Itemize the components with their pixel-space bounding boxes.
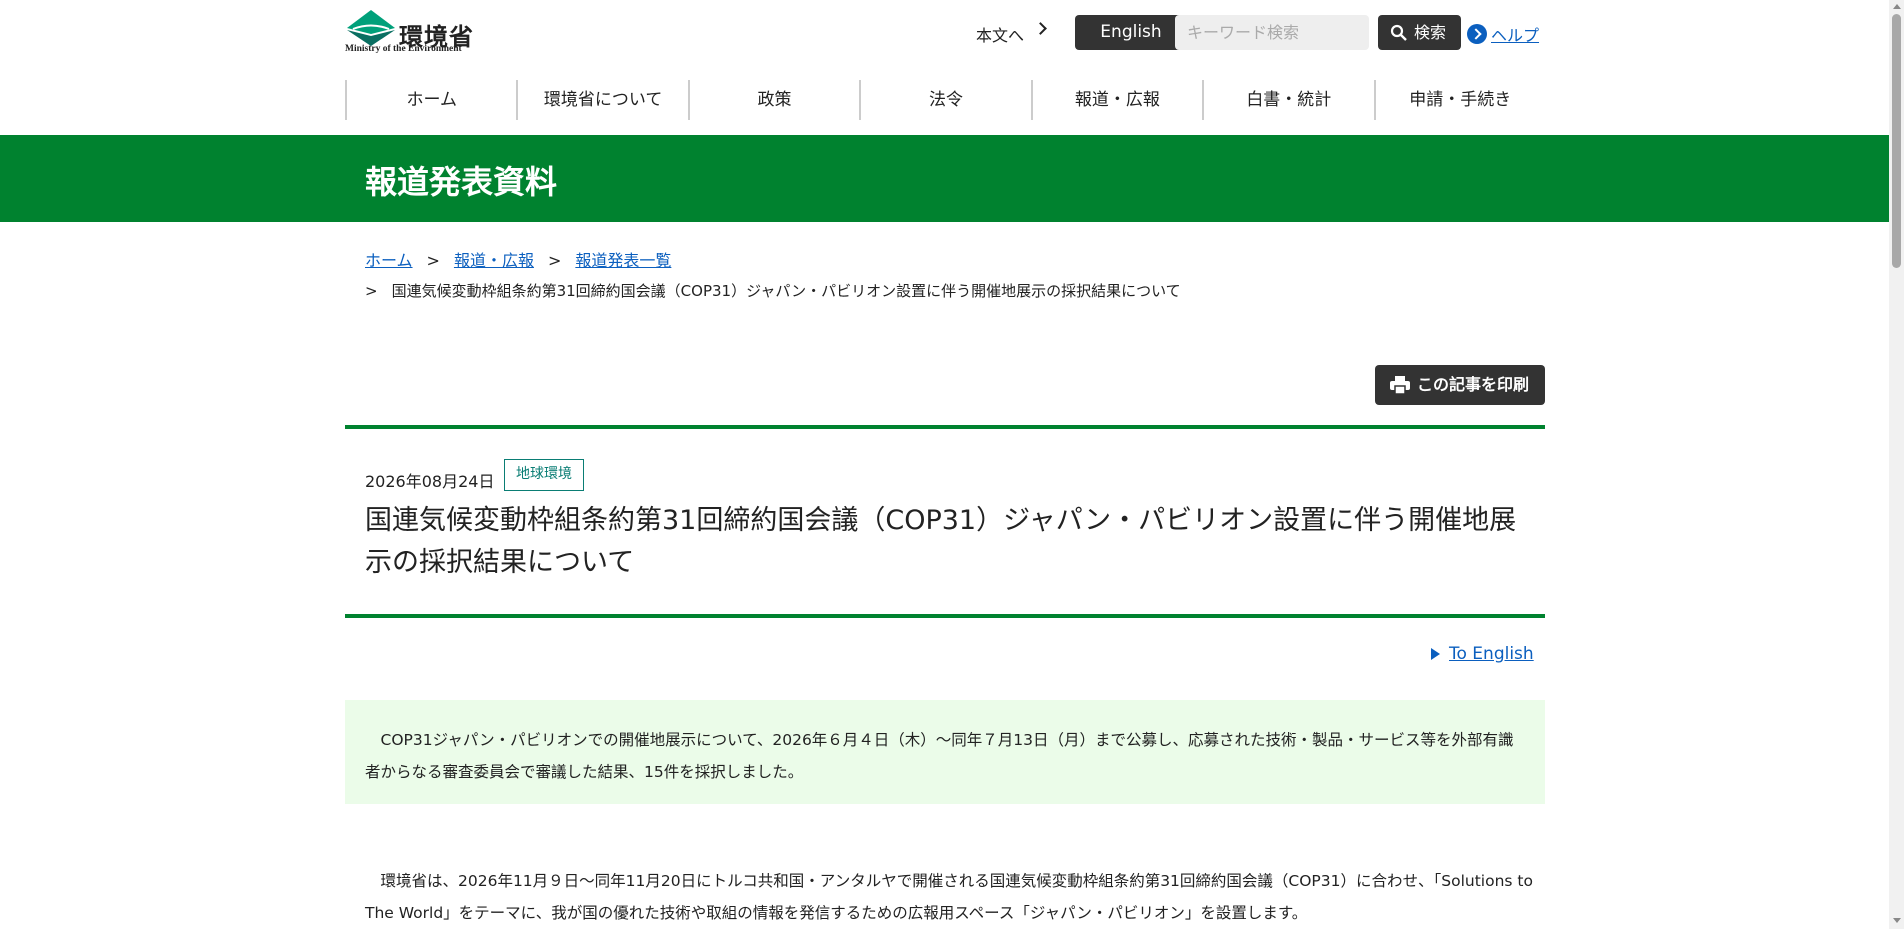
- scrollbar[interactable]: [1889, 0, 1904, 929]
- article-title: 国連気候変動枠組条約第31回締約国会議（COP31）ジャパン・パビリオン設置に伴…: [365, 505, 1517, 578]
- nav-item-home[interactable]: ホーム: [345, 80, 516, 120]
- scroll-up-icon[interactable]: [1893, 4, 1901, 9]
- print-button[interactable]: この記事を印刷: [1375, 365, 1545, 405]
- chevron-right-icon: [1034, 22, 1047, 35]
- divider: [345, 425, 1545, 429]
- publish-date: 2026年08月24日: [365, 472, 495, 491]
- nav-item-application[interactable]: 申請・手続き: [1373, 80, 1545, 120]
- summary-box: COP31ジャパン・パビリオンでの開催地展示について、2026年６月４日（木）～…: [345, 700, 1545, 804]
- print-button-label: この記事を印刷: [1417, 375, 1530, 394]
- summary-text: COP31ジャパン・パビリオンでの開催地展示について、2026年６月４日（木）～…: [365, 731, 1514, 781]
- search-button-label: 検索: [1414, 23, 1447, 42]
- skip-to-content-link[interactable]: 本文へ: [976, 22, 1024, 46]
- nav-item-about[interactable]: 環境省について: [516, 80, 687, 120]
- breadcrumb-link-press-list[interactable]: 報道発表一覧: [575, 251, 671, 270]
- breadcrumb-current: 国連気候変動枠組条約第31回締約国会議（COP31）ジャパン・パビリオン設置に伴…: [391, 282, 1181, 300]
- nav-item-whitepaper[interactable]: 白書・統計: [1202, 80, 1373, 120]
- breadcrumb-separator: >: [426, 251, 440, 270]
- global-nav: ホーム 環境省について 政策 法令 報道・広報 白書・統計 申請・手続き: [345, 80, 1545, 120]
- divider: [345, 614, 1545, 618]
- page-title: 報道発表資料: [365, 163, 558, 201]
- logo-text-en: Ministry of the Environment: [345, 44, 462, 54]
- help-link[interactable]: ヘルプ: [1491, 22, 1539, 46]
- scroll-down-icon[interactable]: [1893, 918, 1901, 923]
- nav-item-policy[interactable]: 政策: [687, 80, 859, 120]
- category-tag[interactable]: 地球環境: [504, 459, 584, 491]
- search-input[interactable]: [1175, 15, 1369, 50]
- english-button[interactable]: English: [1075, 15, 1187, 50]
- article-body: 環境省は、2026年11月９日～同年11月20日にトルコ共和国・アンタルヤで開催…: [365, 872, 1533, 922]
- site-logo[interactable]: 環境省 Ministry of the Environment: [345, 8, 475, 56]
- nav-item-law[interactable]: 法令: [859, 80, 1030, 120]
- search-icon: [1390, 24, 1407, 41]
- to-english-link[interactable]: To English: [1449, 644, 1534, 664]
- help-arrow-icon: [1467, 24, 1487, 44]
- nav-item-press[interactable]: 報道・広報: [1030, 80, 1202, 120]
- ministry-logo-icon: [347, 10, 395, 46]
- scrollbar-thumb[interactable]: [1892, 14, 1901, 268]
- triangle-right-icon: [1431, 648, 1440, 660]
- breadcrumb: ホーム > 報道・広報 > 報道発表一覧: [365, 247, 671, 271]
- breadcrumb-current-row: > 国連気候変動枠組条約第31回締約国会議（COP31）ジャパン・パビリオン設置に…: [365, 280, 1181, 301]
- printer-icon: [1390, 376, 1410, 394]
- breadcrumb-separator: >: [365, 282, 378, 300]
- breadcrumb-link-home[interactable]: ホーム: [365, 251, 413, 270]
- search-button[interactable]: 検索: [1378, 15, 1461, 50]
- breadcrumb-link-press[interactable]: 報道・広報: [454, 251, 534, 270]
- breadcrumb-separator: >: [547, 251, 562, 270]
- page-banner: 報道発表資料: [0, 135, 1889, 222]
